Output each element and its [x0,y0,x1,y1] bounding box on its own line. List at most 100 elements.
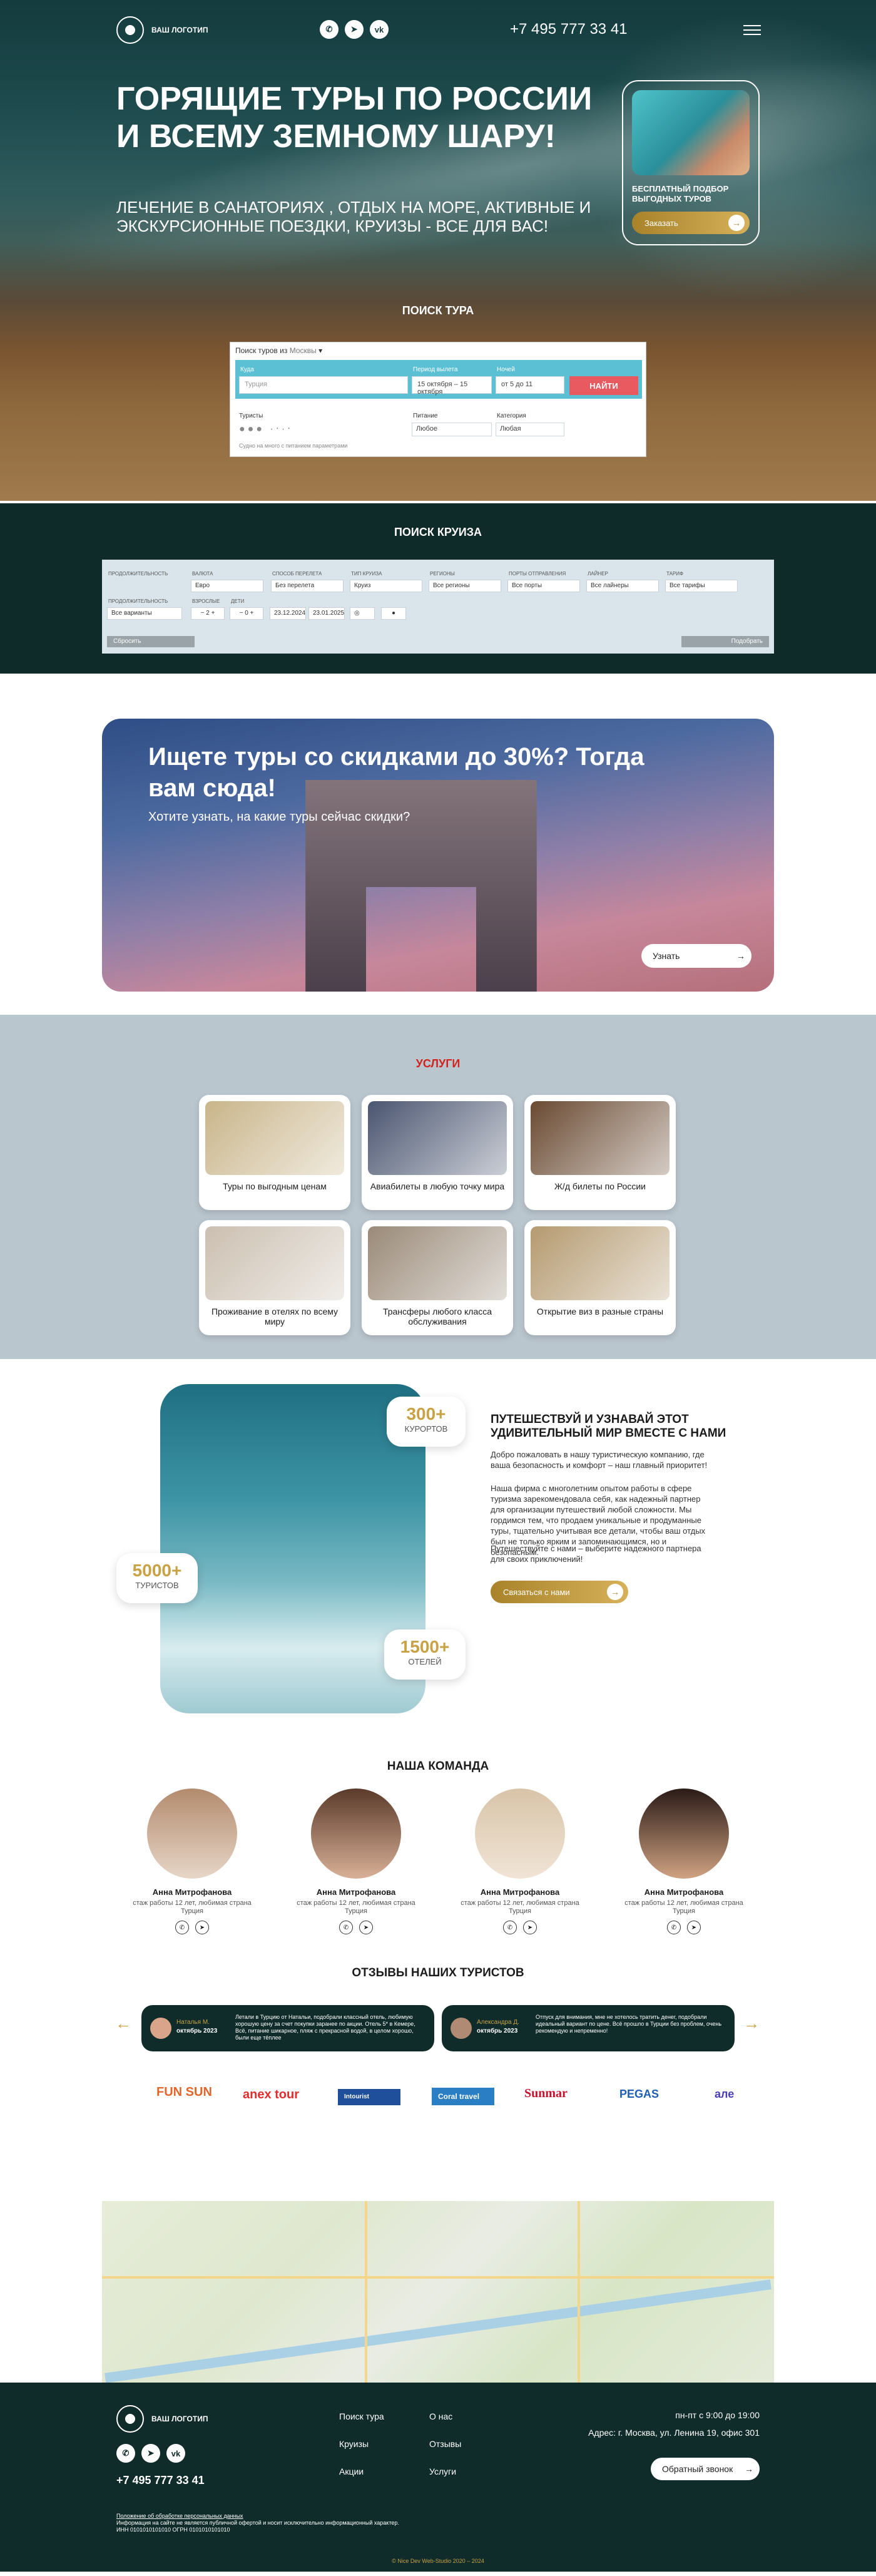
cruise-field-label: ПОРТЫ ОТПРАВЛЕНИЯ [509,571,566,577]
food-label: Питание [413,413,438,419]
avatar [147,1788,237,1879]
date-to-input[interactable]: 23.01.2025 [308,607,345,620]
service-card[interactable]: Ж/д билеты по России [524,1095,676,1210]
review-author: Александра Д. [477,2019,519,2026]
hero-title: ГОРЯЩИЕ ТУРЫ ПО РОССИИ И ВСЕМУ ЗЕМНОМУ Ш… [116,81,593,155]
where-input[interactable]: Турция [239,376,408,394]
tariff-select[interactable]: Все тарифы [665,580,738,592]
stat-number: 5000+ [132,1561,182,1580]
footer-link[interactable]: Круизы [339,2439,369,2449]
regions-select[interactable]: Все регионы [429,580,501,592]
vk-icon[interactable]: vk [166,2444,185,2463]
children-value: 0 [245,610,248,617]
footer-link[interactable]: О нас [429,2411,452,2421]
flight-select[interactable]: Без перелета [271,580,344,592]
tourists-selector[interactable]: ●●● ·‧·‧ [239,423,358,436]
whatsapp-icon[interactable]: ✆ [320,20,339,39]
logo[interactable]: ВАШ ЛОГОТИП [116,16,208,44]
member-name: Анна Митрофанова [644,1887,724,1897]
header-phone[interactable]: +7 495 777 33 41 [510,21,628,38]
cruise-type-select[interactable]: Круиз [350,580,422,592]
children-label: ДЕТИ [231,598,245,604]
review-card: Наталья М. октябрь 2023 Летали в Турцию от… [141,2005,434,2051]
date-from-input[interactable]: 23.12.2024 [270,607,306,620]
footer-social: ✆ ➤ vk [116,2444,185,2463]
arrow-right-icon[interactable]: → [743,2014,760,2033]
callback-button[interactable]: Обратный звонок → [651,2458,760,2480]
currency-select[interactable]: Евро [191,580,263,592]
liner-select[interactable]: Все лайнеры [586,580,659,592]
pick-button[interactable]: Подобрать [681,636,769,647]
whatsapp-icon[interactable]: ✆ [339,1921,353,1934]
adults-value: 2 [206,610,210,617]
stat-number: 300+ [406,1404,446,1424]
logo-icon [116,16,144,44]
reset-button[interactable]: Сбросить [107,636,195,647]
partner-logo: FUN SUN [156,2085,212,2099]
footer-logo[interactable]: ВАШ ЛОГОТИП [116,2405,208,2433]
promo-image [632,90,750,175]
period-select[interactable]: 15 октября – 15 октября [412,376,492,396]
telegram-icon[interactable]: ➤ [523,1921,537,1934]
agree-checkbox[interactable]: Судно на много с питанием параметрами [239,443,347,449]
service-card[interactable]: Открытие виз в разные страны [524,1220,676,1335]
duration-select[interactable]: Все варианты [107,607,182,620]
arrow-left-icon[interactable]: ← [115,2014,131,2033]
cruise-field-label: ТАРИФ [666,571,684,577]
member-name: Анна Митрофанова [152,1887,232,1897]
find-button[interactable]: НАЙТИ [569,376,638,395]
team-member: Анна Митрофанова стаж работы 12 лет, люби… [130,1788,255,1934]
footer-link[interactable]: Услуги [429,2466,456,2476]
service-card[interactable]: Проживание в отелях по всему миру [199,1220,350,1335]
banner-title: Ищете туры со скидками до 30%? Тогда вам… [148,743,644,802]
order-button[interactable]: Заказать → [632,212,750,234]
policy-link[interactable]: Положение об обработке персональных данн… [116,2513,243,2520]
review-text: Отпуск для внимания, мне не хотелось тра… [536,2014,722,2034]
children-stepper[interactable]: − 0 + [230,607,263,620]
resorts-stat: 300+ КУРОРТОВ [387,1397,466,1447]
service-label: Авиабилеты в любую точку мира [370,1181,505,1191]
ports-select[interactable]: Все порты [507,580,580,592]
stat-label: ОТЕЛЕЙ [408,1657,442,1666]
nights-select[interactable]: от 5 до 11 [496,376,564,394]
telegram-icon[interactable]: ➤ [141,2444,160,2463]
whatsapp-icon[interactable]: ✆ [667,1921,681,1934]
menu-icon[interactable] [743,25,761,38]
cruise-field-label: РЕГИОНЫ [430,571,455,577]
about-paragraph: Добро пожаловать в нашу туристическую ко… [491,1450,708,1470]
whatsapp-icon[interactable]: ✆ [116,2444,135,2463]
footer-link[interactable]: Отзывы [429,2439,461,2449]
telegram-icon[interactable]: ➤ [345,20,364,39]
whatsapp-icon[interactable]: ✆ [175,1921,189,1934]
partner-logo: PEGAS [619,2088,660,2100]
adults-stepper[interactable]: − 2 + [191,607,225,620]
learn-button[interactable]: Узнать → [641,944,751,968]
contact-button[interactable]: Связаться с нами → [491,1581,628,1603]
footer-link[interactable]: Поиск тура [339,2411,384,2421]
footer-link[interactable]: Акции [339,2466,364,2476]
service-image [205,1101,344,1175]
food-select[interactable]: Любое [412,423,492,436]
callback-label: Обратный звонок [662,2464,733,2474]
map[interactable] [102,2201,774,2383]
from-city-select[interactable]: Москвы [290,346,317,355]
hero-subtitle: ЛЕЧЕНИЕ В САНАТОРИЯХ , ОТДЫХ НА МОРЕ, АК… [116,198,591,235]
night-toggle[interactable]: ● [381,607,406,620]
logo-text: ВАШ ЛОГОТИП [151,2414,208,2423]
discount-banner: Ищете туры со скидками до 30%? Тогда вам… [102,719,774,992]
telegram-icon[interactable]: ➤ [687,1921,701,1934]
cruise-section: ПОИСК КРУИЗА ПРОДОЛЖИТЕЛЬНОСТЬ ВАЛЮТА Ев… [0,501,876,674]
service-card[interactable]: Трансферы любого класса обслуживания [362,1220,513,1335]
telegram-icon[interactable]: ➤ [359,1921,373,1934]
footer-phone[interactable]: +7 495 777 33 41 [116,2474,205,2487]
service-card[interactable]: Авиабилеты в любую точку мира [362,1095,513,1210]
service-image [368,1101,507,1175]
ship-toggle[interactable]: ◎ [350,607,375,620]
vk-icon[interactable]: vk [370,20,389,39]
service-card[interactable]: Туры по выгодным ценам [199,1095,350,1210]
whatsapp-icon[interactable]: ✆ [503,1921,517,1934]
arrow-right-icon: → [745,2464,753,2474]
telegram-icon[interactable]: ➤ [195,1921,209,1934]
review-author: Наталья М. [176,2019,210,2026]
category-select[interactable]: Любая [496,423,564,436]
